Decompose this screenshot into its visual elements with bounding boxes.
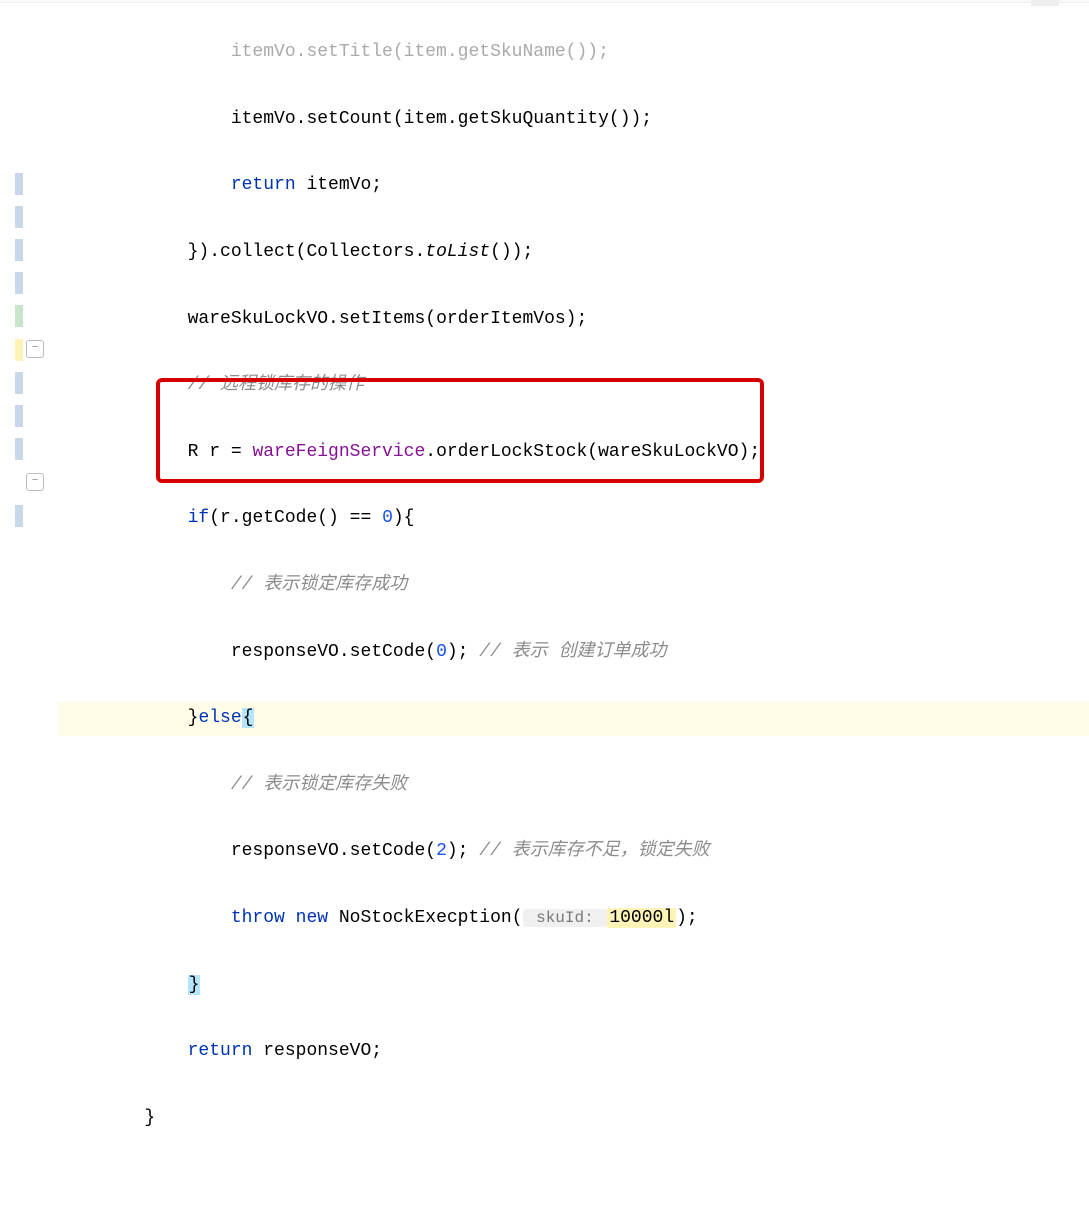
code-line[interactable]: if(r.getCode() == 0){ (58, 502, 1089, 535)
indent (58, 1108, 144, 1128)
code-text-faded: itemVo.setTitle(item.getSkuName()); (231, 42, 609, 62)
gutter-change-mark[interactable] (15, 438, 23, 460)
indent (58, 908, 231, 928)
code-text: ); (447, 642, 479, 662)
indent (58, 975, 188, 995)
code-text: ); (676, 908, 698, 928)
comment: // 表示 创建订单成功 (479, 642, 666, 662)
indent (58, 708, 188, 728)
code-line[interactable]: // 表示锁定库存成功 (58, 569, 1089, 602)
indent (58, 442, 188, 462)
code-text: itemVo; (296, 175, 382, 195)
gutter-change-mark[interactable] (15, 272, 23, 294)
code-text: ); (447, 841, 479, 861)
code-line[interactable]: R r = wareFeignService.orderLockStock(wa… (58, 436, 1089, 469)
code-text: wareSkuLockVO.setItems(orderItemVos); (188, 309, 588, 329)
code-text: responseVO.setCode( (231, 642, 436, 662)
keyword-new: new (285, 908, 328, 928)
keyword-return: return (188, 1041, 253, 1061)
code-text: } (188, 708, 199, 728)
number-literal: 0 (436, 642, 447, 662)
gutter-change-mark[interactable] (15, 339, 23, 361)
code-line[interactable]: } (58, 1102, 1089, 1135)
indent (58, 175, 231, 195)
code-text: itemVo.setCount(item.getSkuQuantity()); (231, 109, 652, 129)
code-line[interactable]: return responseVO; (58, 1035, 1089, 1068)
gutter-change-mark[interactable] (15, 305, 23, 327)
code-line[interactable]: } (58, 969, 1089, 1002)
code-line[interactable]: responseVO.setCode(0); // 表示 创建订单成功 (58, 636, 1089, 669)
code-line-blank[interactable] (58, 1168, 1089, 1201)
gutter-change-mark[interactable] (15, 173, 23, 195)
indent (58, 775, 231, 795)
gutter-change-mark[interactable] (15, 405, 23, 427)
indent (58, 508, 188, 528)
keyword-throw: throw (231, 908, 285, 928)
gutter-change-mark[interactable] (15, 505, 23, 527)
field-ref: wareFeignService (252, 442, 425, 462)
indent (58, 309, 188, 329)
code-text: (r.getCode() == (209, 508, 382, 528)
indent (58, 841, 231, 861)
static-method: toList (425, 242, 490, 262)
code-editor[interactable]: − − itemVo.setTitle(item.getSkuName()); … (0, 3, 1089, 616)
code-text: } (144, 1108, 155, 1128)
editor-gutter[interactable]: − − (0, 3, 48, 616)
code-content[interactable]: itemVo.setTitle(item.getSkuName()); item… (48, 3, 1089, 616)
brace-close: } (188, 975, 201, 995)
code-line[interactable]: // 远程锁库存的操作 (58, 369, 1089, 402)
code-line[interactable]: wareSkuLockVO.setItems(orderItemVos); (58, 303, 1089, 336)
brace-open: { (242, 708, 255, 728)
code-line[interactable]: return itemVo; (58, 169, 1089, 202)
gutter-change-mark[interactable] (15, 206, 23, 228)
code-text: R r = (188, 442, 253, 462)
indent (58, 575, 231, 595)
indent (58, 642, 231, 662)
fold-toggle-icon[interactable]: − (26, 340, 44, 358)
comment: // 远程锁库存的操作 (188, 375, 364, 395)
code-text: ()); (490, 242, 533, 262)
code-text: }).collect(Collectors. (188, 242, 426, 262)
code-line-current[interactable]: }else{ (58, 702, 1089, 735)
code-text: responseVO.setCode( (231, 841, 436, 861)
gutter-change-mark[interactable] (15, 372, 23, 394)
code-text: ){ (393, 508, 415, 528)
number-literal: 2 (436, 841, 447, 861)
keyword-return: return (231, 175, 296, 195)
comment: // 表示锁定库存失败 (231, 775, 407, 795)
gutter-change-mark[interactable] (15, 239, 23, 261)
indent (58, 242, 188, 262)
keyword-if: if (188, 508, 210, 528)
number-literal: 0 (382, 508, 393, 528)
indent (58, 375, 188, 395)
code-line[interactable]: itemVo.setTitle(item.getSkuName()); (58, 36, 1089, 69)
keyword-else: else (198, 708, 241, 728)
comment: // 表示库存不足，锁定失败 (479, 841, 709, 861)
code-text: responseVO; (252, 1041, 382, 1061)
code-line[interactable]: // 表示锁定库存失败 (58, 769, 1089, 802)
code-text: .orderLockStock(wareSkuLockVO); (425, 442, 760, 462)
code-line[interactable]: itemVo.setCount(item.getSkuQuantity()); (58, 103, 1089, 136)
indent (58, 109, 231, 129)
number-literal-highlighted: 10000l (607, 908, 676, 928)
code-line[interactable]: }).collect(Collectors.toList()); (58, 236, 1089, 269)
indent (58, 42, 231, 62)
fold-toggle-icon[interactable]: − (26, 473, 44, 491)
code-line[interactable]: throw new NoStockExecption( skuId: 10000… (58, 902, 1089, 935)
param-hint: skuId: (523, 909, 608, 927)
indent (58, 1041, 188, 1061)
code-line[interactable]: responseVO.setCode(2); // 表示库存不足，锁定失败 (58, 835, 1089, 868)
comment: // 表示锁定库存成功 (231, 575, 407, 595)
code-text: NoStockExecption( (328, 908, 522, 928)
